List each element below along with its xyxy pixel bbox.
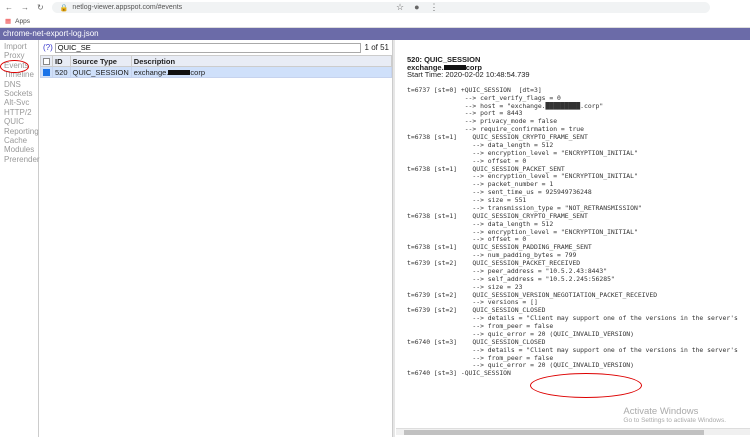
reload-icon[interactable]: ↻ bbox=[37, 3, 44, 12]
browser-toolbar: ← → ↻ 🔒 netlog-viewer.appspot.com/#events… bbox=[0, 0, 750, 15]
sidebar-item-reporting[interactable]: Reporting bbox=[0, 127, 39, 136]
start-time: Start Time: 2020-02-02 10:48:54.739 bbox=[407, 70, 530, 80]
sidebar-item-modules[interactable]: Modules bbox=[0, 145, 38, 154]
col-id[interactable]: ID bbox=[52, 55, 71, 67]
sidebar-item-dns[interactable]: DNS bbox=[0, 80, 38, 89]
sidebar: Import Proxy Events Timeline DNS Sockets… bbox=[0, 40, 40, 437]
table-row[interactable]: 520 QUIC_SESSION exchange. corp bbox=[40, 66, 393, 78]
row-checkbox[interactable] bbox=[43, 69, 50, 77]
row-description: exchange. corp bbox=[130, 66, 393, 78]
row-type: QUIC_SESSION bbox=[69, 66, 132, 78]
url-text: netlog-viewer.appspot.com/#events bbox=[72, 4, 183, 11]
col-source-type[interactable]: Source Type bbox=[69, 55, 132, 67]
table-header: ID Source Type Description bbox=[40, 55, 393, 67]
events-list-panel: (?) 1 of 51 ID Source Type Description 5… bbox=[40, 40, 393, 437]
redaction bbox=[168, 70, 191, 76]
forward-icon[interactable]: → bbox=[21, 3, 29, 12]
lock-icon: 🔒 bbox=[59, 4, 69, 12]
filter-help-link[interactable]: (?) bbox=[43, 43, 53, 52]
back-icon[interactable]: ← bbox=[5, 3, 13, 12]
annotation-circle-events bbox=[0, 60, 29, 73]
event-log: t=6737 [st=0] +QUIC_SESSION [dt=3] --> c… bbox=[407, 85, 738, 378]
filter-row: (?) 1 of 51 bbox=[40, 40, 392, 55]
select-all-checkbox[interactable] bbox=[43, 58, 50, 66]
sidebar-item-alt-svc[interactable]: Alt-Svc bbox=[0, 98, 38, 107]
desc-prefix: exchange. bbox=[133, 67, 169, 77]
bookmark-apps[interactable]: Apps bbox=[15, 18, 30, 25]
watermark-line1: Activate Windows bbox=[623, 406, 699, 417]
sidebar-item-quic[interactable]: QUIC bbox=[0, 117, 38, 126]
col-description[interactable]: Description bbox=[130, 55, 393, 67]
match-count: 1 of 51 bbox=[364, 43, 389, 52]
desc-suffix: corp bbox=[190, 67, 205, 77]
events-table: ID Source Type Description 520 QUIC_SESS… bbox=[40, 55, 393, 78]
horizontal-scrollbar[interactable] bbox=[396, 428, 750, 435]
sidebar-item-sockets[interactable]: Sockets bbox=[0, 89, 38, 98]
row-id: 520 bbox=[52, 66, 71, 78]
panel-splitter[interactable] bbox=[392, 40, 395, 437]
apps-icon: ▦ bbox=[5, 18, 12, 25]
windows-watermark: Activate Windows Go to Settings to activa… bbox=[623, 406, 726, 424]
annotation-circle-error bbox=[530, 373, 642, 398]
sidebar-item-http2[interactable]: HTTP/2 bbox=[0, 108, 38, 117]
sidebar-item-cache[interactable]: Cache bbox=[0, 136, 38, 145]
watermark-line2: Go to Settings to activate Windows. bbox=[623, 417, 726, 424]
sidebar-item-import[interactable]: Import bbox=[0, 42, 38, 51]
sidebar-item-prerender[interactable]: Prerender bbox=[0, 155, 40, 164]
filter-input[interactable] bbox=[54, 42, 361, 53]
